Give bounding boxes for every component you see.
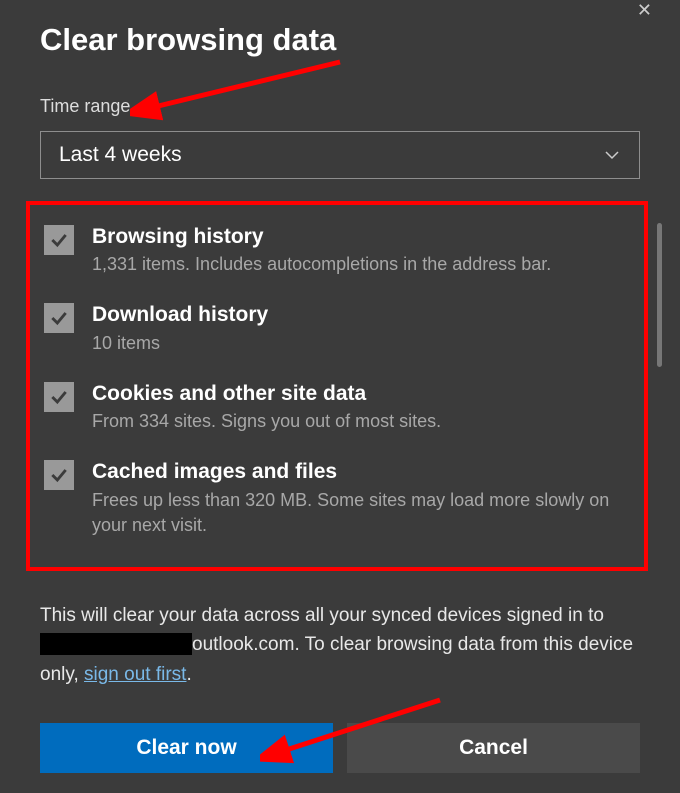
- option-cookies[interactable]: Cookies and other site data From 334 sit…: [44, 380, 630, 434]
- option-title: Browsing history: [92, 223, 630, 250]
- time-range-select[interactable]: Last 4 weeks: [40, 131, 640, 179]
- time-range-value: Last 4 weeks: [59, 143, 182, 167]
- option-download-history[interactable]: Download history 10 items: [44, 301, 630, 355]
- option-desc: 10 items: [92, 331, 630, 356]
- options-list: Browsing history 1,331 items. Includes a…: [26, 201, 648, 571]
- option-title: Download history: [92, 301, 630, 328]
- chevron-down-icon: [603, 146, 621, 164]
- redacted-email-prefix: [40, 633, 192, 655]
- time-range-label: Time range: [40, 96, 640, 117]
- dialog-title: Clear browsing data: [40, 22, 640, 58]
- sign-out-link[interactable]: sign out first: [84, 664, 186, 685]
- checkbox-checked-icon[interactable]: [44, 303, 74, 333]
- button-row: Clear now Cancel: [40, 723, 640, 773]
- close-icon[interactable]: ✕: [637, 0, 652, 21]
- checkbox-checked-icon[interactable]: [44, 460, 74, 490]
- option-desc: From 334 sites. Signs you out of most si…: [92, 409, 630, 434]
- option-desc: 1,331 items. Includes autocompletions in…: [92, 252, 630, 277]
- clear-now-button[interactable]: Clear now: [40, 723, 333, 773]
- checkbox-checked-icon[interactable]: [44, 225, 74, 255]
- option-title: Cached images and files: [92, 458, 630, 485]
- sync-footnote: This will clear your data across all you…: [40, 601, 640, 689]
- annotation-arrow-icon: [130, 50, 350, 130]
- cancel-button[interactable]: Cancel: [347, 723, 640, 773]
- option-browsing-history[interactable]: Browsing history 1,331 items. Includes a…: [44, 223, 630, 277]
- scrollbar-thumb[interactable]: [657, 223, 662, 367]
- option-title: Cookies and other site data: [92, 380, 630, 407]
- checkbox-checked-icon[interactable]: [44, 382, 74, 412]
- option-cached[interactable]: Cached images and files Frees up less th…: [44, 458, 630, 538]
- option-desc: Frees up less than 320 MB. Some sites ma…: [92, 488, 630, 538]
